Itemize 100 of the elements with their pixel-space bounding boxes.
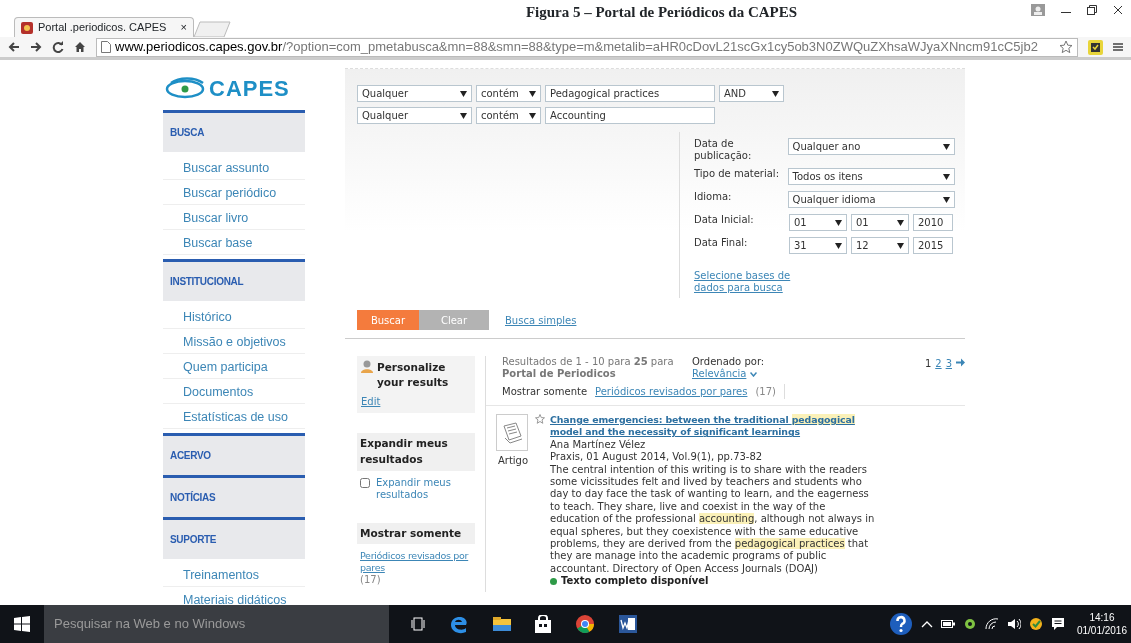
input-field[interactable]: Pedagogical practices bbox=[545, 85, 715, 102]
caret-icon bbox=[943, 196, 950, 203]
sidebar-section-header[interactable]: BUSCA bbox=[163, 110, 305, 152]
edit-link[interactable]: Edit bbox=[361, 394, 381, 409]
checkbox[interactable] bbox=[360, 477, 370, 488]
back-icon[interactable] bbox=[8, 41, 20, 53]
menu-icon[interactable] bbox=[1113, 41, 1123, 53]
caret-icon bbox=[897, 219, 904, 226]
address-bar[interactable]: www.periodicos.capes.gov.br/?option=com_pmetabusca&mn=88&smn=88&type=m&metalib=aHR0cDovL21scGx1cy5ob3N0ZWQuZXhsaWJyaXNncm91cC5jb2 bbox=[96, 37, 1078, 57]
notification-icon[interactable] bbox=[1050, 617, 1065, 631]
dropdown[interactable]: AND bbox=[719, 85, 784, 102]
caret-icon bbox=[529, 90, 536, 97]
next-page-icon[interactable] bbox=[956, 358, 965, 367]
panel-title: Personalize your results bbox=[377, 360, 450, 390]
filter-link[interactable]: Periódicos revisados por pares bbox=[360, 550, 472, 575]
page-link[interactable]: 3 bbox=[945, 356, 952, 371]
dropdown[interactable]: Todos os itens bbox=[787, 168, 955, 185]
caret-icon bbox=[943, 143, 950, 150]
reload-icon[interactable] bbox=[52, 41, 64, 53]
page-icon bbox=[101, 41, 111, 53]
simple-search-link[interactable]: Busca simples bbox=[505, 312, 577, 328]
sidebar-item[interactable]: Missão e objetivos bbox=[163, 329, 305, 354]
person-icon bbox=[361, 360, 373, 373]
wifi-icon[interactable] bbox=[984, 618, 999, 630]
result-title-link[interactable]: Change emergencies: between the traditional pedagogical model and the necessity of significant learnings bbox=[550, 414, 878, 439]
filter-label: Mostrar somente bbox=[502, 385, 588, 399]
panel-title: Mostrar somente bbox=[357, 522, 475, 545]
caret-icon bbox=[943, 173, 950, 180]
page-link[interactable]: 1 bbox=[924, 356, 932, 371]
input-field[interactable]: 2010 bbox=[913, 214, 953, 231]
dropdown[interactable]: Qualquer bbox=[357, 107, 472, 124]
browser-tab[interactable]: Portal .periodicos. CAPES × bbox=[14, 17, 194, 37]
source-text: Praxis, 01 August 2014, Vol.9(1), pp.73-82 bbox=[550, 451, 764, 464]
figure-caption: Figura 5 – Portal de Periódicos da CAPES bbox=[525, 4, 798, 20]
author-text: Ana Martínez Vélez bbox=[550, 438, 647, 452]
sidebar-section-header[interactable]: INSTITUCIONAL bbox=[163, 259, 305, 301]
sidebar-item[interactable]: Buscar base bbox=[163, 230, 305, 255]
search-button[interactable]: Buscar bbox=[357, 310, 419, 330]
sidebar-section-header[interactable]: ACERVO bbox=[163, 433, 305, 475]
close-tab-button[interactable]: × bbox=[180, 19, 187, 36]
word-document-icon[interactable] bbox=[619, 615, 637, 633]
app-tray-icon[interactable] bbox=[962, 617, 977, 631]
extension-icon[interactable] bbox=[1088, 39, 1103, 55]
page-link[interactable]: 2 bbox=[935, 356, 942, 371]
dropdown[interactable]: 01 bbox=[851, 214, 909, 231]
dropdown[interactable]: 12 bbox=[851, 237, 909, 254]
windows-start-icon[interactable] bbox=[14, 616, 30, 632]
input-field[interactable]: Accounting bbox=[545, 107, 715, 124]
chevron-down-icon bbox=[750, 371, 758, 377]
dropdown[interactable]: 31 bbox=[789, 237, 847, 254]
sidebar-section-header[interactable]: SUPORTE bbox=[163, 517, 305, 559]
battery-icon[interactable] bbox=[940, 619, 955, 629]
star-icon[interactable] bbox=[1059, 40, 1073, 54]
dropdown[interactable]: contém bbox=[476, 107, 541, 124]
speaker-icon[interactable] bbox=[1006, 618, 1021, 630]
task-view-icon[interactable] bbox=[411, 617, 425, 631]
database-link[interactable]: Selecione bases de dados para busca bbox=[694, 270, 794, 294]
dropdown[interactable]: Qualquer bbox=[357, 85, 472, 102]
caret-icon bbox=[529, 112, 536, 119]
sidebar-item[interactable]: Buscar livro bbox=[163, 205, 305, 230]
sidebar-section-header[interactable]: NOTÍCIAS bbox=[163, 475, 305, 517]
dropdown[interactable]: 01 bbox=[789, 214, 847, 231]
result-count: (17) bbox=[360, 574, 381, 586]
clock-time: 14:16 bbox=[1088, 611, 1116, 624]
taskbar-search-field[interactable]: Pesquisar na Web e no Windows bbox=[44, 605, 389, 643]
forward-icon[interactable] bbox=[30, 41, 42, 53]
sidebar-item[interactable]: Estatísticas de uso bbox=[163, 404, 305, 429]
input-field[interactable]: 2015 bbox=[913, 237, 953, 254]
shield-icon[interactable] bbox=[1028, 617, 1043, 631]
sidebar-item[interactable]: Quem participa bbox=[163, 354, 305, 379]
close-icon[interactable] bbox=[1113, 4, 1123, 16]
dropdown[interactable]: Qualquer idioma bbox=[787, 191, 955, 208]
logo-eye-icon bbox=[165, 77, 205, 99]
result-count: (17) bbox=[755, 384, 785, 399]
panel-title: Expandir meus resultados bbox=[357, 433, 475, 471]
sidebar-item[interactable]: Buscar assunto bbox=[163, 155, 305, 180]
checkbox-label[interactable]: Expandir meus resultados bbox=[376, 476, 472, 501]
dropdown[interactable]: Qualquer ano bbox=[787, 138, 955, 155]
abstract-text: The central intention of this writing is to share with the readers some vicissitudes felt and lived by teachers and students who day to day face the task of wanting to learn, and the eagerness to teach. They share, live and coexist in the way of the education of the professional accounting, although not always in equal spheres, but they coexistence with the same educative problems, they are derived from the pedagogical practices that they are manage into the academic programs of public accountant. Directory of Open Access Journals (DOAJ) bbox=[550, 463, 876, 575]
field-label: Tipo de material: bbox=[694, 168, 780, 181]
restore-icon[interactable] bbox=[1087, 4, 1097, 16]
star-icon[interactable] bbox=[535, 414, 545, 424]
sidebar-item[interactable]: Histórico bbox=[163, 304, 305, 329]
sort-dropdown[interactable]: Relevância bbox=[692, 368, 758, 380]
sidebar-item[interactable]: Buscar periódico bbox=[163, 180, 305, 205]
filter-link[interactable]: Periódicos revisados por pares bbox=[595, 384, 748, 399]
edge-browser-icon[interactable] bbox=[449, 614, 469, 634]
field-label: Data Inicial: bbox=[694, 214, 755, 227]
availability-dot-icon bbox=[550, 578, 557, 585]
chrome-icon[interactable] bbox=[575, 614, 595, 634]
results-summary: Resultados de 1 - 10 para 25 para Portal de Periodicos bbox=[502, 356, 675, 381]
availability-text: Texto completo disponível bbox=[561, 575, 709, 588]
shopping-bag-icon[interactable] bbox=[535, 615, 551, 633]
chevron-up-icon[interactable] bbox=[920, 619, 933, 629]
help-icon[interactable] bbox=[888, 612, 913, 636]
dropdown[interactable]: contém bbox=[476, 85, 541, 102]
folder-icon[interactable] bbox=[493, 616, 511, 632]
sidebar-item[interactable]: Documentos bbox=[163, 379, 305, 404]
sidebar-item[interactable]: Treinamentos bbox=[163, 562, 305, 587]
home-icon[interactable] bbox=[74, 41, 86, 53]
